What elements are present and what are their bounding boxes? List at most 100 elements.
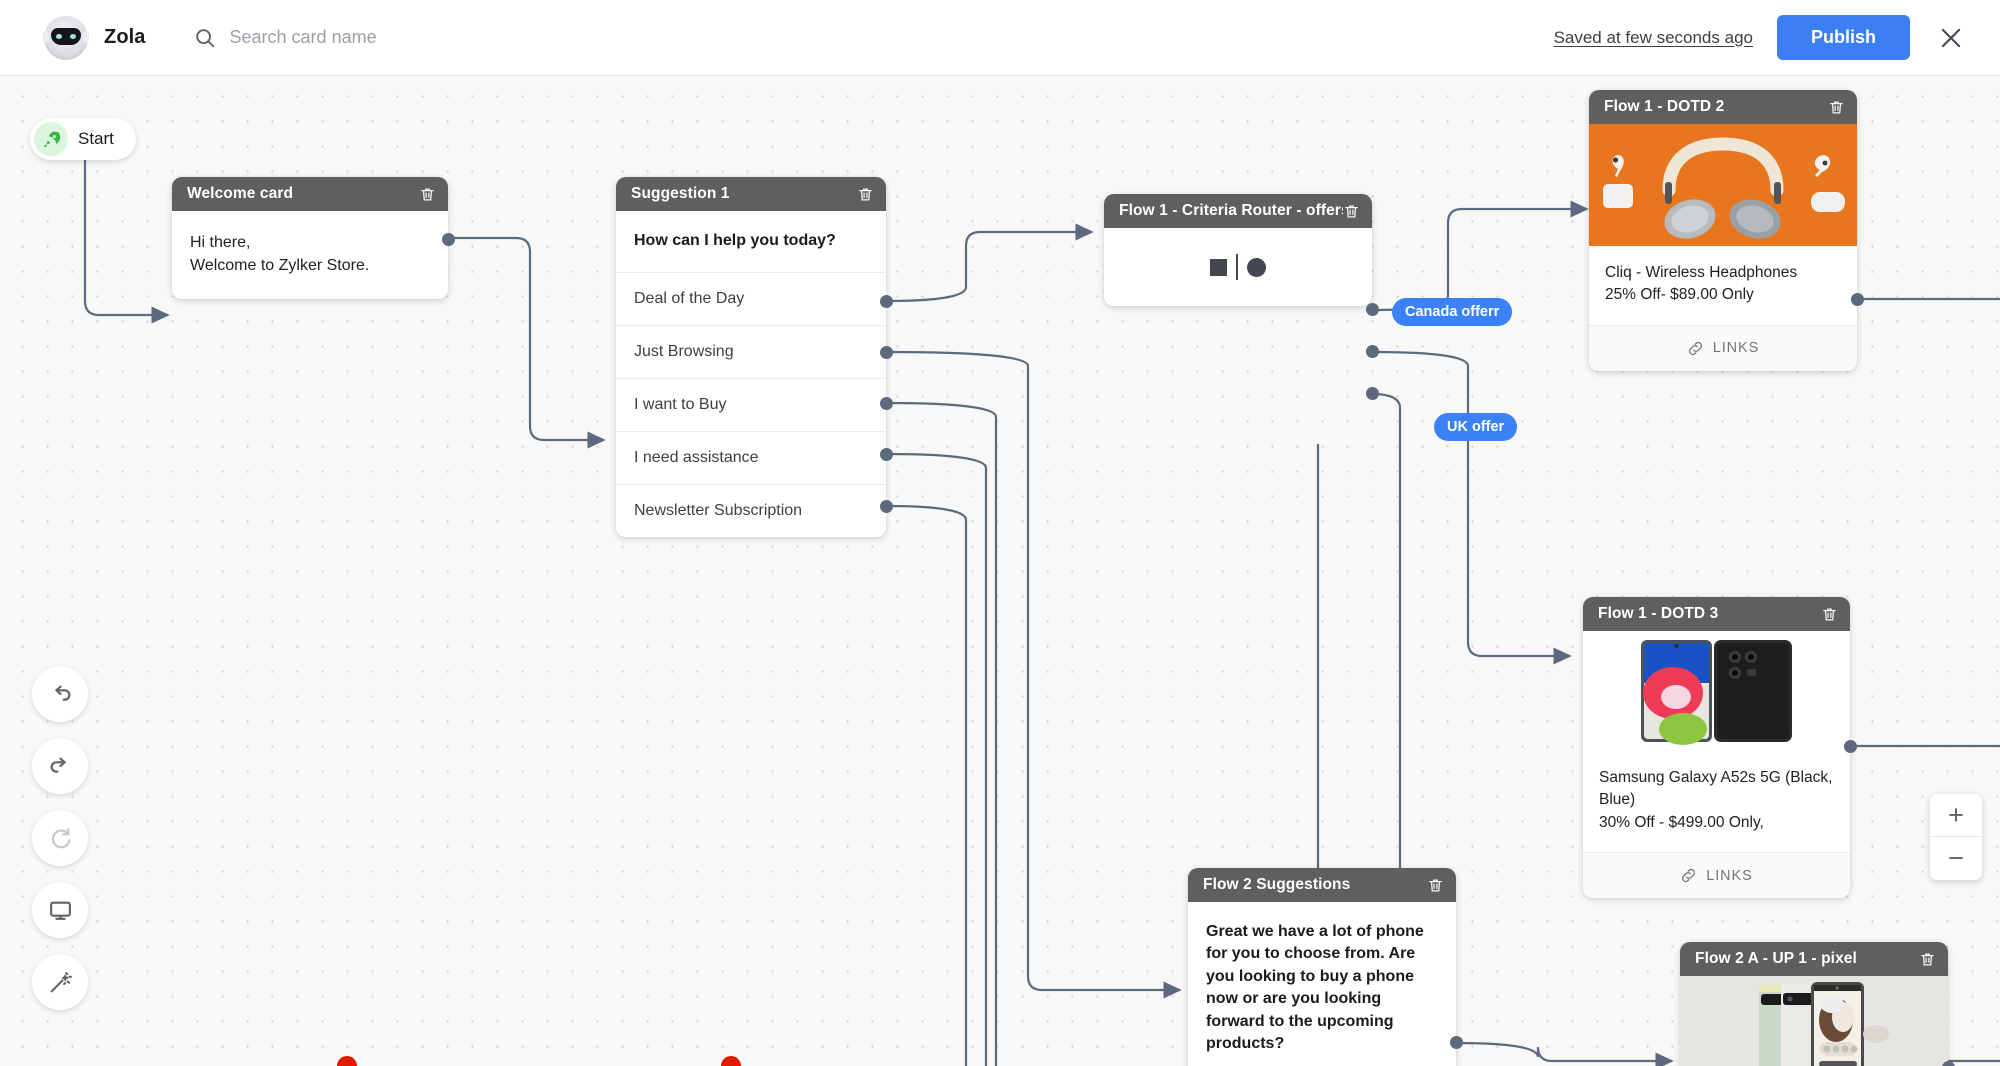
node-title: Flow 1 - DOTD 2: [1604, 98, 1725, 115]
node-title: Flow 1 - Criteria Router - offers: [1119, 202, 1343, 219]
node-title: Welcome card: [187, 185, 294, 202]
google-pixel-phones-photo: [1680, 976, 1948, 1066]
node-header: Flow 1 - Criteria Router - offers: [1104, 194, 1372, 228]
search-icon: [195, 28, 214, 47]
delete-icon[interactable]: [1343, 202, 1360, 221]
node-title: Flow 2 Suggestions: [1203, 876, 1351, 893]
output-port[interactable]: [1366, 387, 1379, 400]
node-title: Flow 2 A - UP 1 - pixel: [1695, 950, 1857, 967]
message-line: Hi there,: [190, 234, 251, 251]
brand-name: Zola: [104, 26, 146, 48]
suggestion-question: How can I help you today?: [634, 232, 836, 249]
suggestion-option[interactable]: Just Browsing: [616, 325, 886, 378]
output-port[interactable]: [1851, 293, 1864, 306]
rocket-icon: [34, 122, 68, 156]
output-port[interactable]: [880, 346, 893, 359]
link-icon: [1682, 869, 1696, 883]
delete-icon[interactable]: [857, 185, 874, 204]
suggestion-question: Great we have a lot of phone for you to …: [1206, 923, 1424, 1052]
output-port[interactable]: [442, 233, 455, 246]
node-header: Flow 1 - DOTD 2: [1589, 90, 1857, 124]
node-title: Suggestion 1: [631, 185, 730, 202]
output-port[interactable]: [880, 500, 893, 513]
output-port[interactable]: [1366, 303, 1379, 316]
undo-icon: [54, 685, 70, 701]
start-label: Start: [78, 129, 114, 148]
output-port[interactable]: [880, 448, 893, 461]
zola-bot-avatar-icon: [43, 15, 89, 60]
message-line: Welcome to Zylker Store.: [190, 257, 370, 275]
product-line: 30% Off - $499.00 Only,: [1599, 813, 1764, 831]
node-body: Samsung Galaxy A52s 5G (Black, Blue) 30%…: [1583, 631, 1850, 899]
node-header: Flow 2 A - UP 1 - pixel: [1680, 942, 1948, 976]
node-header: Flow 1 - DOTD 3: [1583, 597, 1850, 631]
zoom-controls: + −: [1930, 794, 1982, 880]
wireless-headphones-orange-photo: [1589, 124, 1857, 246]
delete-icon[interactable]: [1919, 950, 1936, 969]
search-box[interactable]: [194, 27, 590, 49]
node-suggestion-1[interactable]: Suggestion 1 How can I help you today? D…: [616, 177, 893, 538]
links-label: LINKS: [1706, 867, 1753, 884]
node-flow1-dotd-2[interactable]: Flow 1 - DOTD 2 Cliq - Wireless Headphon…: [1589, 90, 1864, 371]
close-icon[interactable]: [1934, 21, 1968, 55]
saved-status-link[interactable]: Saved at few seconds ago: [1554, 28, 1753, 48]
publish-button[interactable]: Publish: [1776, 15, 1910, 60]
node-flow1-dotd-3[interactable]: Flow 1 - DOTD 3 Samsung Galaxy A52s 5G (…: [1583, 597, 1857, 899]
node-body: [1104, 228, 1372, 306]
node-body: Hi there, Welcome to Zylker Store.: [172, 211, 448, 300]
node-body: Cliq - Wireless Headphones 25% Off- $89.…: [1589, 124, 1857, 371]
output-port[interactable]: [1844, 740, 1857, 753]
header-actions: Saved at few seconds ago Publish: [1554, 15, 1968, 60]
link-icon: [1688, 341, 1702, 356]
reset-button[interactable]: [32, 810, 88, 866]
suggestion-option[interactable]: Deal of the Day: [616, 272, 886, 325]
product-line: Samsung Galaxy A52s 5G (Black, Blue): [1599, 769, 1833, 809]
node-flow2a-up1-pixel[interactable]: Flow 2 A - UP 1 - pixel: [1680, 942, 1955, 1066]
links-footer[interactable]: LINKS: [1589, 324, 1857, 371]
magic-wand-icon: [50, 971, 72, 992]
monitor-icon: [49, 901, 71, 920]
output-port[interactable]: [1366, 345, 1379, 358]
product-description: Cliq - Wireless Headphones 25% Off- $89.…: [1589, 246, 1857, 325]
suggestion-option[interactable]: I want to Buy: [616, 378, 886, 431]
redo-button[interactable]: [32, 738, 88, 794]
undo-button[interactable]: [32, 666, 88, 722]
app-header: Zola Saved at few seconds ago Publish: [0, 0, 2000, 76]
canvas-toolbar: [32, 666, 88, 1026]
samsung-galaxy-a52s-photo: [1583, 631, 1850, 751]
product-description: Samsung Galaxy A52s 5G (Black, Blue) 30%…: [1583, 751, 1850, 852]
zoom-out-button[interactable]: −: [1930, 837, 1982, 880]
edge-label-canada-offer[interactable]: Canada offerr: [1392, 298, 1513, 326]
node-header: Flow 2 Suggestions: [1188, 868, 1456, 902]
output-port[interactable]: [1450, 1036, 1463, 1049]
refresh-icon: [51, 827, 71, 848]
start-node[interactable]: Start: [30, 118, 136, 160]
edge-label-uk-offer[interactable]: UK offer: [1434, 413, 1518, 441]
node-flow2-suggestions[interactable]: Flow 2 Suggestions Great we have a lot o…: [1188, 868, 1463, 1066]
redo-icon: [50, 757, 66, 773]
delete-icon[interactable]: [1828, 98, 1845, 117]
suggestion-option[interactable]: Newsletter Subscription: [616, 484, 886, 537]
links-label: LINKS: [1712, 340, 1760, 357]
node-criteria-router[interactable]: Flow 1 - Criteria Router - offers: [1104, 194, 1379, 400]
message-text: Hi there, Welcome to Zylker Store.: [172, 211, 448, 299]
product-line: 25% Off- $89.00 Only: [1605, 286, 1754, 304]
flow-canvas[interactable]: Start Welcome card Hi there, Welcome to …: [0, 76, 2000, 1066]
delete-icon[interactable]: [419, 185, 436, 204]
links-footer[interactable]: LINKS: [1583, 852, 1850, 899]
preview-button[interactable]: [32, 882, 88, 938]
output-port[interactable]: [880, 397, 893, 410]
auto-arrange-button[interactable]: [32, 954, 88, 1010]
output-port[interactable]: [880, 295, 893, 308]
zoom-in-button[interactable]: +: [1930, 794, 1982, 837]
delete-icon[interactable]: [1821, 605, 1838, 624]
node-body: How can I help you today? Deal of the Da…: [616, 211, 886, 538]
brand: Zola: [43, 15, 146, 60]
node-body: Google Pixel (White, Blue) - Expected Re…: [1680, 976, 1948, 1066]
node-welcome-card[interactable]: Welcome card Hi there, Welcome to Zylker…: [172, 177, 455, 300]
node-title: Flow 1 - DOTD 3: [1598, 605, 1719, 622]
search-input[interactable]: [229, 27, 590, 48]
delete-icon[interactable]: [1427, 876, 1444, 895]
suggestion-option[interactable]: I need assistance: [616, 431, 886, 484]
product-line: Cliq - Wireless Headphones: [1605, 264, 1798, 281]
